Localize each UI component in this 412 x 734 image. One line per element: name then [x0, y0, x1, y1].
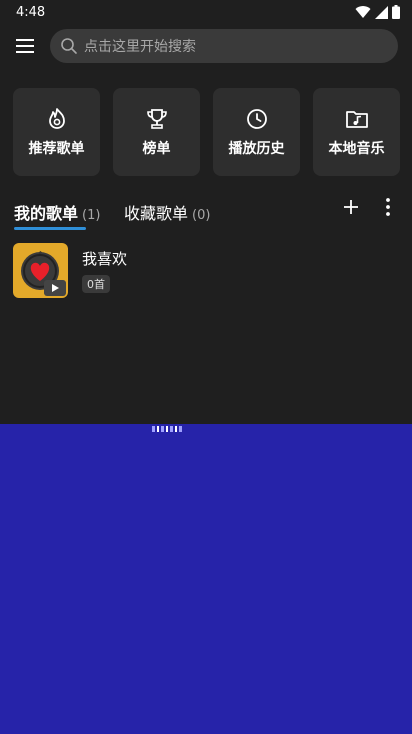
search-icon	[61, 38, 77, 54]
add-icon[interactable]	[340, 196, 362, 218]
tab-favorite-playlists[interactable]: 收藏歌单 (0)	[124, 200, 210, 224]
quick-card-recommended[interactable]: 推荐歌单	[13, 88, 100, 176]
quick-access-row: 推荐歌单 榜单 播放历史 本地音乐	[13, 88, 400, 176]
clock-icon	[246, 109, 267, 129]
trophy-icon	[146, 109, 167, 129]
tab-count: (0)	[192, 208, 211, 223]
menu-icon[interactable]	[14, 35, 36, 57]
quick-card-label: 榜单	[142, 141, 171, 157]
quick-card-charts[interactable]: 榜单	[113, 88, 200, 176]
quick-card-history[interactable]: 播放历史	[213, 88, 300, 176]
overlay-panel	[0, 424, 412, 734]
playlist-title: 我喜欢	[82, 250, 128, 268]
quick-card-local-music[interactable]: 本地音乐	[313, 88, 400, 176]
render-artifact	[152, 426, 184, 432]
status-bar: 4:48	[0, 0, 412, 24]
tab-my-playlists[interactable]: 我的歌单 (1)	[14, 200, 100, 224]
tab-label: 我的歌单	[14, 204, 79, 223]
wifi-icon	[355, 6, 371, 19]
play-badge	[44, 280, 66, 296]
quick-card-label: 播放历史	[228, 141, 285, 157]
status-time: 4:48	[16, 4, 46, 20]
top-bar: 点击这里开始搜索	[0, 28, 412, 64]
playlist-cover: ♪	[13, 243, 68, 298]
playlist-tabs: 我的歌单 (1) 收藏歌单 (0)	[0, 196, 412, 232]
quick-card-label: 本地音乐	[328, 141, 385, 157]
tab-label: 收藏歌单	[124, 204, 189, 223]
flame-icon	[48, 108, 65, 129]
music-folder-icon	[345, 111, 368, 128]
quick-card-label: 推荐歌单	[28, 141, 85, 157]
tab-indicator	[14, 227, 86, 230]
signal-icon	[375, 5, 388, 19]
list-item[interactable]: ♪ 我喜欢 0首	[13, 242, 393, 300]
tab-count: (1)	[82, 208, 101, 223]
playlist-count-badge: 0首	[82, 275, 110, 293]
more-vert-icon[interactable]	[378, 196, 398, 218]
battery-icon	[392, 5, 400, 19]
play-icon	[52, 284, 59, 292]
search-input[interactable]: 点击这里开始搜索	[50, 29, 398, 63]
svg-text:♪: ♪	[38, 250, 42, 258]
status-icons	[355, 5, 400, 19]
search-placeholder: 点击这里开始搜索	[84, 39, 196, 55]
